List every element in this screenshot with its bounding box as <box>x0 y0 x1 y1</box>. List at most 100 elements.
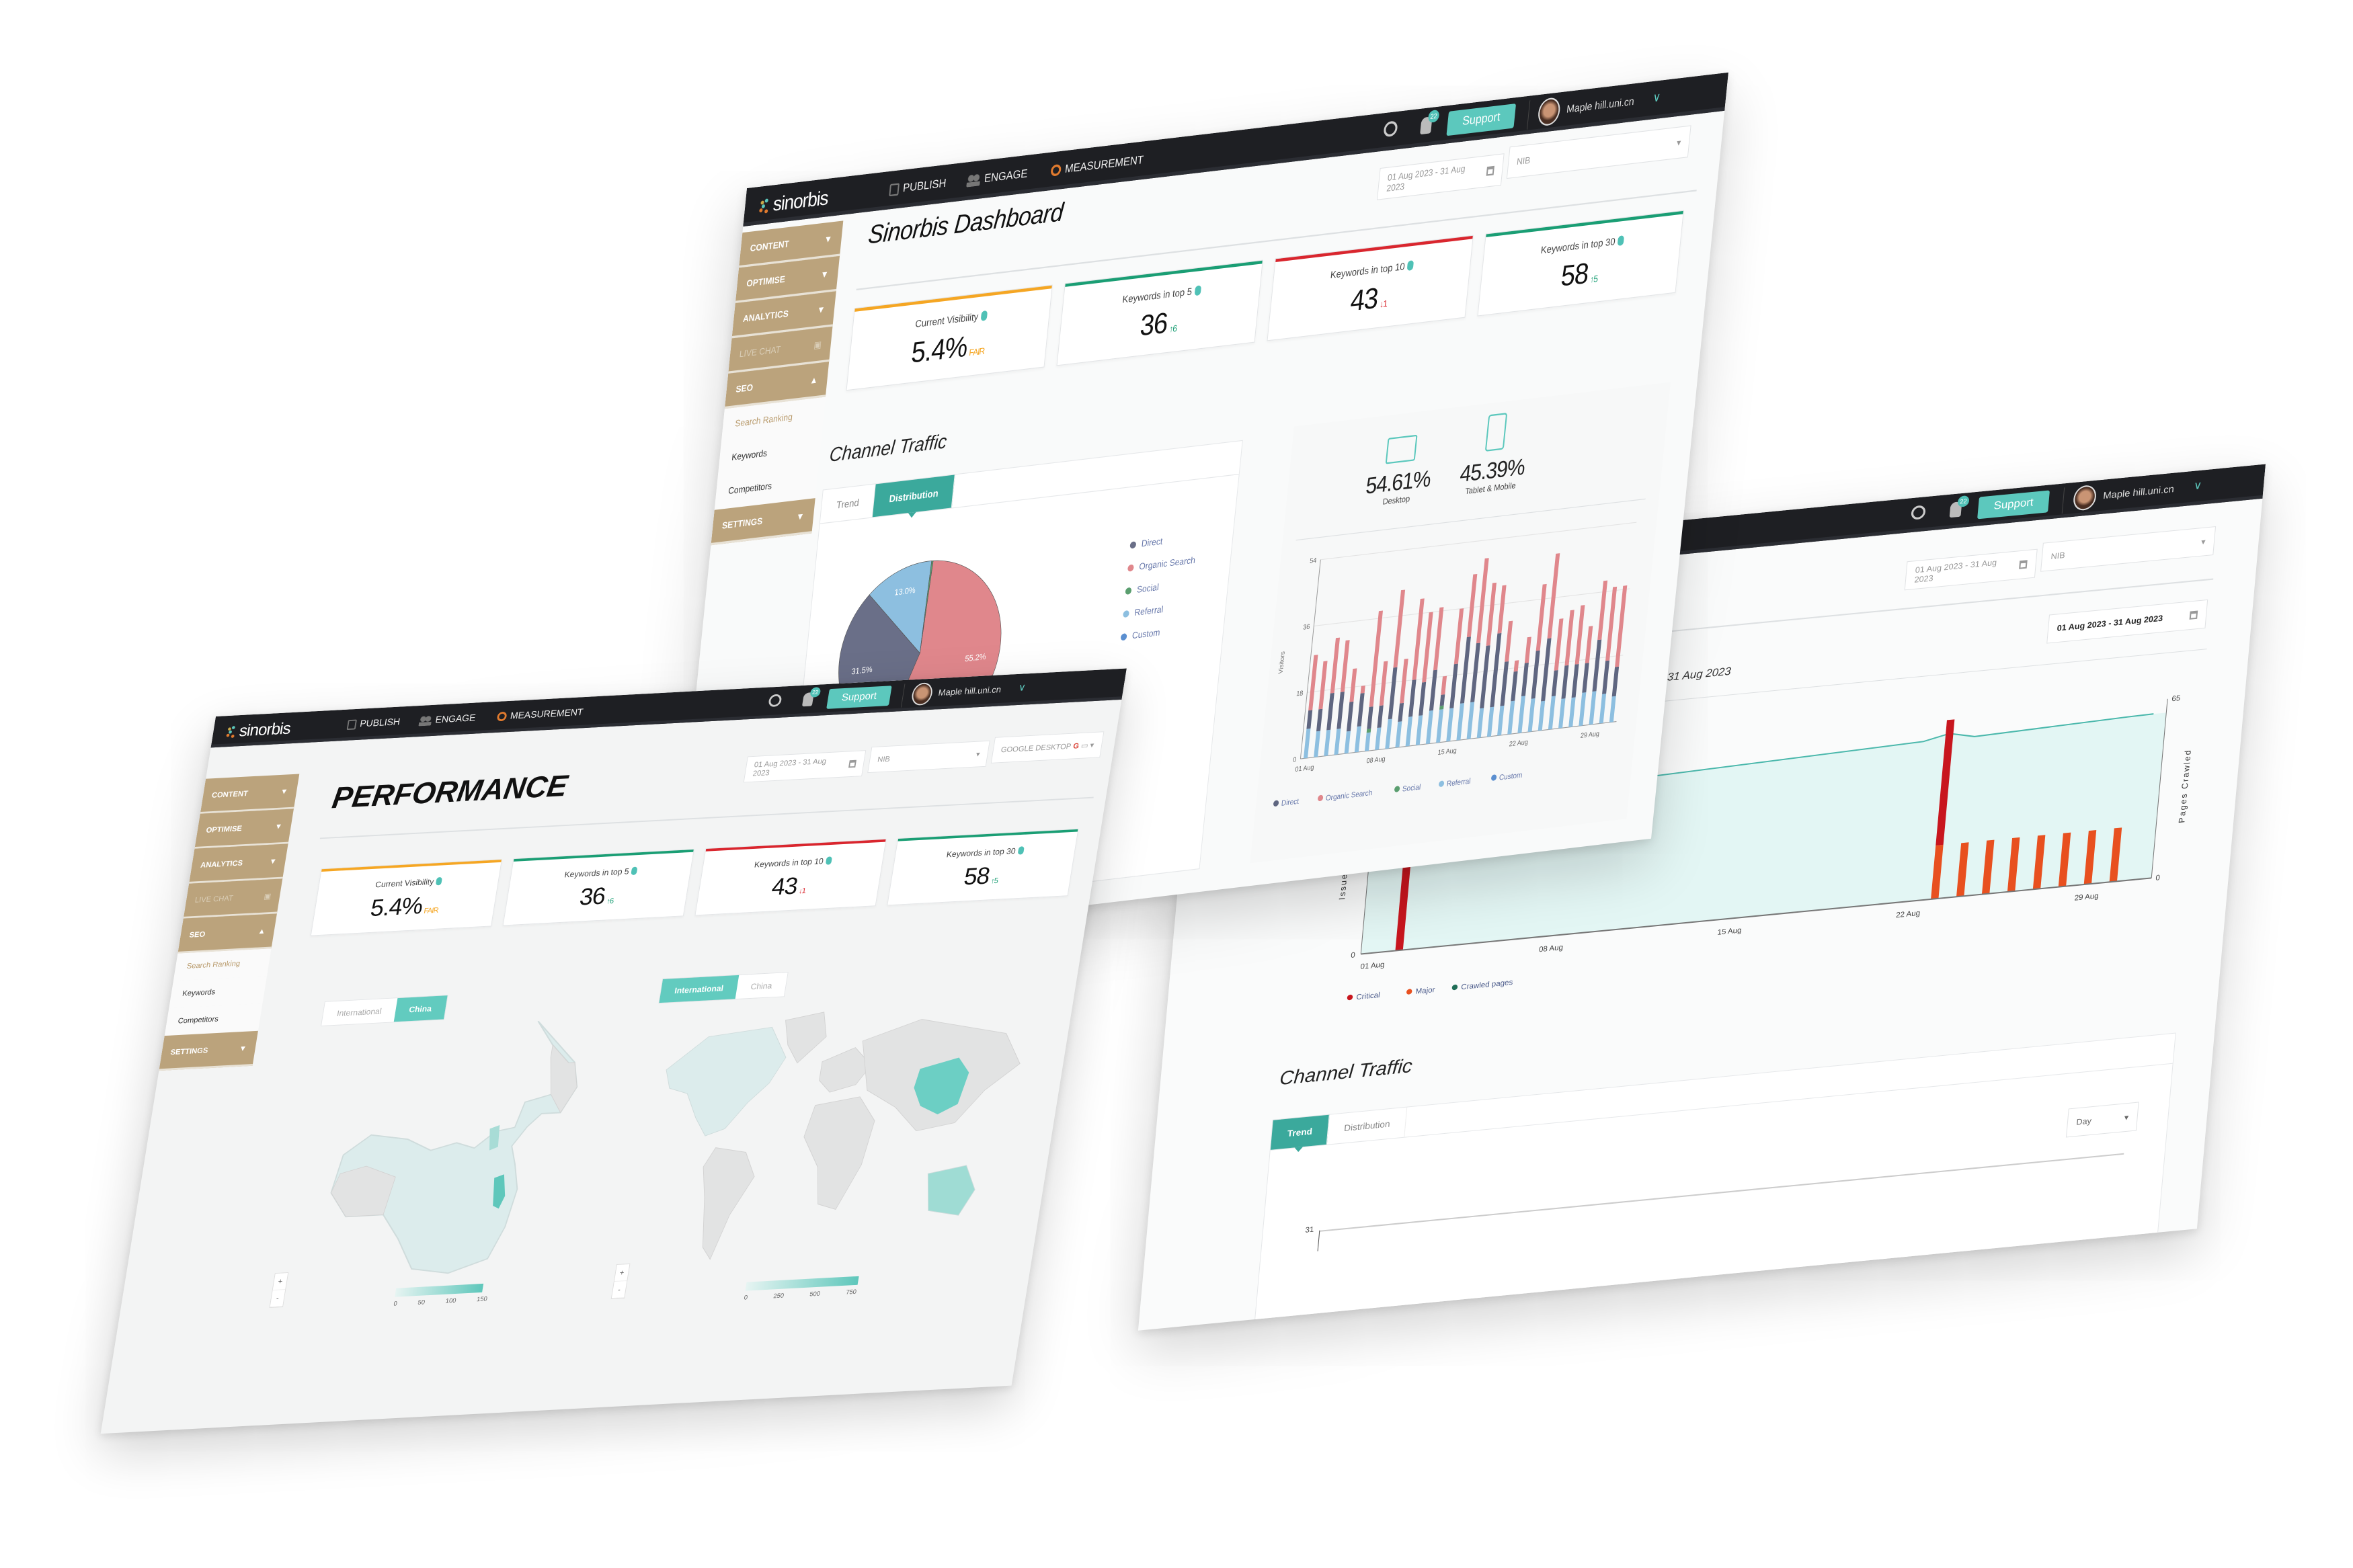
legend-label: Organic Search <box>1138 554 1196 573</box>
legend-label: Organic Search <box>1325 788 1373 802</box>
sidebar-item-settings[interactable]: SETTINGS ▼ <box>159 1030 258 1071</box>
bar-organic-search <box>1536 583 1547 651</box>
site-select[interactable]: NIB ▾ <box>867 740 990 774</box>
support-button[interactable]: Support <box>1977 490 2050 520</box>
avatar[interactable] <box>2072 484 2098 511</box>
bar-referral <box>1548 696 1556 730</box>
publish-icon <box>346 719 358 730</box>
search-icon[interactable] <box>1383 120 1398 138</box>
user-name[interactable]: Maple hill.uni.cn <box>1566 95 1634 115</box>
tab-trend[interactable]: Trend <box>1270 1114 1330 1150</box>
date-range-field[interactable]: 01 Aug 2023 - 31 Aug 2023 <box>1376 153 1505 200</box>
date-range-field[interactable]: 01 Aug 2023 - 31 Aug 2023 <box>743 750 867 783</box>
world-map-zoom-controls: + - <box>610 1263 631 1300</box>
bar-organic-search <box>1466 573 1478 637</box>
legend-dot <box>1394 786 1400 792</box>
sidebar-item-live-chat[interactable]: LIVE CHAT ▣ <box>183 878 283 919</box>
toggle-china[interactable]: China <box>735 973 788 999</box>
kpi-delta: ↑6 <box>1169 323 1177 334</box>
engine-select[interactable]: GOOGLE DESKTOP G ▭ ▾ <box>990 731 1105 764</box>
kpi-label-text: Keywords in top 10 <box>754 856 824 870</box>
info-icon[interactable] <box>1194 285 1201 296</box>
zoom-out-button[interactable]: - <box>270 1290 286 1308</box>
nav-measurement[interactable]: MEASUREMENT <box>496 707 584 723</box>
nav-measurement[interactable]: MEASUREMENT <box>1050 153 1144 177</box>
nav-engage[interactable]: ENGAGE <box>966 167 1028 188</box>
tab-trend[interactable]: Trend <box>820 484 877 524</box>
legend-label: Referral <box>1446 777 1471 788</box>
zoom-out-button[interactable]: - <box>611 1281 627 1299</box>
audit-date-picker[interactable]: 01 Aug 2023 - 31 Aug 2023 <box>2046 599 2208 644</box>
tab-distribution[interactable]: Distribution <box>1327 1107 1408 1145</box>
chevron-down-icon[interactable]: ∨ <box>2193 479 2202 493</box>
bar-direct <box>1377 705 1384 729</box>
sidebar-item-optimise[interactable]: OPTIMISE ▼ <box>194 809 294 849</box>
nav-engage[interactable]: ENGAGE <box>418 712 477 726</box>
visitors-stacked-bar-chart: 0 18 36 54 Visitors 01 Aug 08 Aug 15 Aug 22 Aug 2… <box>1273 522 1637 808</box>
search-icon[interactable] <box>1911 505 1926 520</box>
bar-organic-search <box>1340 640 1350 692</box>
bell-icon[interactable]: 22 <box>801 687 822 707</box>
kpi-label-text: Keywords in top 5 <box>1121 285 1193 306</box>
bell-icon[interactable]: 22 <box>1420 109 1440 135</box>
avatar[interactable] <box>910 682 934 706</box>
tab-distribution[interactable]: Distribution <box>873 474 956 518</box>
bell-icon[interactable]: 22 <box>1949 495 1970 518</box>
brand-logo[interactable]: sinorbis <box>758 186 829 218</box>
zoom-in-button[interactable]: + <box>272 1272 288 1291</box>
nav-publish[interactable]: PUBLISH <box>346 716 401 730</box>
legend-dot <box>1129 540 1137 549</box>
kpi-delta-value: 5 <box>993 876 998 885</box>
date-range-field[interactable]: 01 Aug 2023 - 31 Aug 2023 <box>1904 548 2038 591</box>
user-name[interactable]: Maple hill.uni.cn <box>2103 483 2175 501</box>
nav-publish[interactable]: PUBLISH <box>889 177 947 196</box>
info-icon[interactable] <box>980 310 988 321</box>
support-button[interactable]: Support <box>1446 104 1517 136</box>
toggle-international[interactable]: International <box>659 975 740 1003</box>
brand-logo[interactable]: sinorbis <box>225 718 292 741</box>
kpi-card: Current Visibility 5.4%FAIR <box>310 859 503 936</box>
toggle-international[interactable]: International <box>321 998 397 1026</box>
world-map-legend-labels: 0 250 500 750 <box>744 1288 857 1301</box>
map-north-america <box>666 1026 787 1137</box>
legend-dot <box>1273 800 1279 807</box>
map-region <box>330 1020 578 1274</box>
chevron-down-icon[interactable]: ∨ <box>1017 681 1027 694</box>
kpi-delta: FAIR <box>969 345 985 358</box>
site-select[interactable]: NIB ▾ <box>2040 526 2217 572</box>
device-traffic-panel: 54.61% Desktop 45.39% Tablet & Mobile 01… <box>1250 382 1671 864</box>
sidebar-item-content[interactable]: CONTENT ▼ <box>200 774 300 814</box>
sidebar-item-label: LIVE CHAT <box>739 343 781 360</box>
info-icon[interactable] <box>631 866 638 876</box>
chevron-down-icon[interactable]: ∨ <box>1652 89 1661 106</box>
legend-dot <box>1451 984 1458 991</box>
zoom-in-button[interactable]: + <box>614 1264 630 1282</box>
bar-organic-search <box>1564 610 1574 666</box>
notification-badge: 22 <box>1957 495 1970 507</box>
sidebar-item-label: SETTINGS <box>169 1045 209 1057</box>
avatar[interactable] <box>1537 96 1562 127</box>
sidebar-item-analytics[interactable]: ANALYTICS ▼ <box>189 843 288 884</box>
sidebar-item-seo[interactable]: SEO ▲ <box>177 913 277 954</box>
x-tick-label: 22 Aug <box>1896 909 1921 919</box>
user-name[interactable]: Maple hill.uni.cn <box>938 684 1002 698</box>
brand-name: sinorbis <box>772 185 830 216</box>
bar-organic-search <box>1422 612 1433 683</box>
kpi-card: Keywords in top 5 36↑6 <box>502 849 694 926</box>
granularity-select[interactable]: Day ▾ <box>2065 1102 2139 1138</box>
kpi-accent-bar <box>513 850 694 862</box>
info-icon[interactable] <box>436 876 443 886</box>
legend-dot <box>1127 563 1135 572</box>
legend-label: Major <box>1415 986 1435 996</box>
y-axis-label: Visitors <box>1277 651 1287 674</box>
info-icon[interactable] <box>1017 846 1025 855</box>
toggle-china[interactable]: China <box>393 995 448 1022</box>
search-icon[interactable] <box>768 694 783 708</box>
info-icon[interactable] <box>1617 235 1625 247</box>
bar-referral <box>1527 698 1536 733</box>
info-icon[interactable] <box>825 856 832 865</box>
info-icon[interactable] <box>1406 260 1414 271</box>
support-button[interactable]: Support <box>826 686 892 709</box>
site-select[interactable]: NIB ▾ <box>1506 125 1691 179</box>
caret-down-icon: ▾ <box>2124 1112 2129 1123</box>
